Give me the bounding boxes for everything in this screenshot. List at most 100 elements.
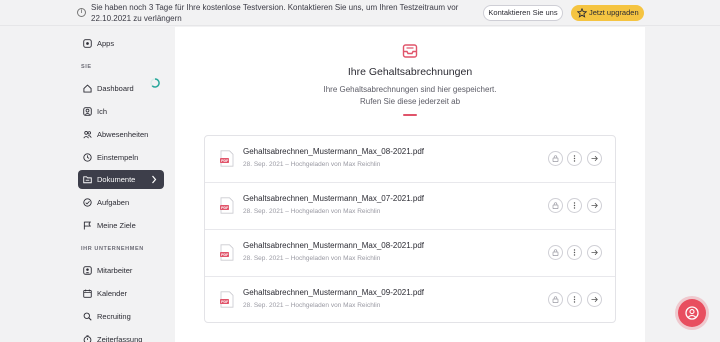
- more-options-button[interactable]: [567, 292, 582, 307]
- sidebar-item-label: Apps: [97, 39, 115, 48]
- open-document-button[interactable]: [587, 245, 602, 260]
- more-options-button[interactable]: [567, 151, 582, 166]
- timer-icon: [83, 335, 92, 342]
- pdf-file-icon: PDF: [220, 291, 234, 308]
- subtitle-line-1: Ihre Gehaltsabrechnungen sind hier gespe…: [323, 85, 497, 94]
- lock-button[interactable]: [548, 151, 563, 166]
- page-title: Ihre Gehaltsabrechnungen: [347, 66, 473, 78]
- sidebar-item-label: Dashboard: [97, 84, 134, 93]
- sidebar-item-apps[interactable]: Apps: [78, 34, 164, 53]
- document-filename[interactable]: Gehaltsabrechnen_Mustermann_Max_08-2021.…: [243, 147, 424, 156]
- document-meta: 28. Sep. 2021 – Hochgeladen von Max Reic…: [243, 302, 381, 309]
- sidebar-item-label: Abwesenheiten: [97, 130, 149, 139]
- document-meta: 28. Sep. 2021 – Hochgeladen von Max Reic…: [243, 208, 381, 215]
- lock-button[interactable]: [548, 245, 563, 260]
- sidebar-item-label: Dokumente: [97, 175, 136, 184]
- sidebar-item-label: Ich: [97, 107, 108, 116]
- section-sie-heading: SIE: [81, 64, 92, 70]
- check-circle-icon: [83, 198, 92, 207]
- sidebar-item-einstempeln[interactable]: Einstempeln: [78, 148, 164, 167]
- more-vertical-icon: [573, 296, 576, 303]
- sidebar-item-label: Mitarbeiter: [97, 266, 133, 275]
- sidebar-item-aufgaben[interactable]: Aufgaben: [78, 193, 164, 212]
- info-icon: i: [77, 8, 86, 17]
- search-icon: [83, 312, 92, 321]
- subtitle-line-2: Rufen Sie diese jederzeit ab: [359, 97, 461, 106]
- lock-icon: [552, 249, 559, 256]
- lock-icon: [552, 296, 559, 303]
- flag-icon: [83, 221, 92, 230]
- document-meta: 28. Sep. 2021 – Hochgeladen von Max Reic…: [243, 161, 381, 168]
- document-meta: 28. Sep. 2021 – Hochgeladen von Max Reic…: [243, 255, 381, 262]
- more-vertical-icon: [573, 249, 576, 256]
- document-list: PDF Gehaltsabrechnen_Mustermann_Max_08-2…: [204, 135, 616, 323]
- sidebar-item-label: Aufgaben: [97, 198, 130, 207]
- sidebar-item-label: Kalender: [97, 289, 128, 298]
- more-options-button[interactable]: [567, 198, 582, 213]
- arrow-right-icon: [591, 296, 598, 303]
- arrow-right-icon: [591, 249, 598, 256]
- contact-us-button[interactable]: Kontaktieren Sie uns: [483, 5, 563, 21]
- document-row[interactable]: PDF Gehaltsabrechnen_Mustermann_Max_08-2…: [205, 230, 615, 277]
- clock-icon: [83, 153, 92, 162]
- profile-progress-icon: [150, 78, 160, 88]
- lock-button[interactable]: [548, 198, 563, 213]
- page-subtitle: Ihre Gehaltsabrechnungen sind hier gespe…: [175, 84, 645, 108]
- help-chat-button[interactable]: [678, 299, 706, 327]
- document-filename[interactable]: Gehaltsabrechnen_Mustermann_Max_08-2021.…: [243, 241, 424, 250]
- upgrade-button[interactable]: Jetzt upgraden: [571, 5, 644, 21]
- svg-text:PDF: PDF: [221, 253, 229, 257]
- document-filename[interactable]: Gehaltsabrechnen_Mustermann_Max_07-2021.…: [243, 194, 424, 203]
- sidebar-item-label: Zeiterfassung: [97, 335, 143, 342]
- svg-text:PDF: PDF: [221, 300, 229, 304]
- trial-banner: i Sie haben noch 3 Tage für Ihre kostenl…: [0, 0, 720, 26]
- arrow-right-icon: [591, 202, 598, 209]
- chevron-right-icon: [152, 175, 157, 184]
- home-icon: [83, 84, 92, 93]
- apps-icon: [83, 39, 92, 48]
- calendar-icon: [83, 289, 92, 298]
- svg-text:PDF: PDF: [221, 206, 229, 210]
- document-filename[interactable]: Gehaltsabrechnen_Mustermann_Max_09-2021.…: [243, 288, 424, 297]
- section-company-heading: IHR UNTERNEHMEN: [81, 246, 144, 252]
- more-options-button[interactable]: [567, 245, 582, 260]
- lock-icon: [552, 202, 559, 209]
- document-row[interactable]: PDF Gehaltsabrechnen_Mustermann_Max_07-2…: [205, 183, 615, 230]
- upgrade-label: Jetzt upgraden: [589, 8, 639, 17]
- open-document-button[interactable]: [587, 292, 602, 307]
- accent-divider: [403, 114, 417, 116]
- pdf-file-icon: PDF: [220, 244, 234, 261]
- svg-text:PDF: PDF: [221, 159, 229, 163]
- sidebar-item-ich[interactable]: Ich: [78, 102, 164, 121]
- sidebar-item-recruiting[interactable]: Recruiting: [78, 307, 164, 326]
- open-document-button[interactable]: [587, 198, 602, 213]
- chat-avatar-icon: [685, 306, 699, 320]
- arrow-right-icon: [591, 155, 598, 162]
- lock-button[interactable]: [548, 292, 563, 307]
- sidebar-item-abwesenheiten[interactable]: Abwesenheiten: [78, 125, 164, 144]
- team-icon: [83, 266, 92, 275]
- pdf-file-icon: PDF: [220, 197, 234, 214]
- document-row[interactable]: PDF Gehaltsabrechnen_Mustermann_Max_09-2…: [205, 277, 615, 324]
- user-icon: [83, 107, 92, 116]
- sidebar-item-mitarbeiter[interactable]: Mitarbeiter: [78, 261, 164, 280]
- trial-message: Sie haben noch 3 Tage für Ihre kostenlos…: [91, 3, 459, 23]
- sidebar-item-label: Recruiting: [97, 312, 131, 321]
- inbox-icon: [402, 44, 418, 58]
- more-vertical-icon: [573, 155, 576, 162]
- sidebar-item-meine-ziele[interactable]: Meine Ziele: [78, 216, 164, 235]
- open-document-button[interactable]: [587, 151, 602, 166]
- sidebar-item-dokumente[interactable]: Dokumente: [78, 170, 164, 189]
- people-icon: [83, 131, 92, 139]
- sidebar-item-label: Einstempeln: [97, 153, 139, 162]
- sidebar-item-zeiterfassung[interactable]: Zeiterfassung: [78, 330, 164, 342]
- pdf-file-icon: PDF: [220, 150, 234, 167]
- main-content: Ihre Gehaltsabrechnungen Ihre Gehaltsabr…: [175, 27, 645, 342]
- more-vertical-icon: [573, 202, 576, 209]
- sidebar-item-label: Meine Ziele: [97, 221, 136, 230]
- star-icon: [577, 8, 587, 18]
- lock-icon: [552, 155, 559, 162]
- document-row[interactable]: PDF Gehaltsabrechnen_Mustermann_Max_08-2…: [205, 136, 615, 183]
- sidebar-item-kalender[interactable]: Kalender: [78, 284, 164, 303]
- folder-icon: [83, 176, 92, 184]
